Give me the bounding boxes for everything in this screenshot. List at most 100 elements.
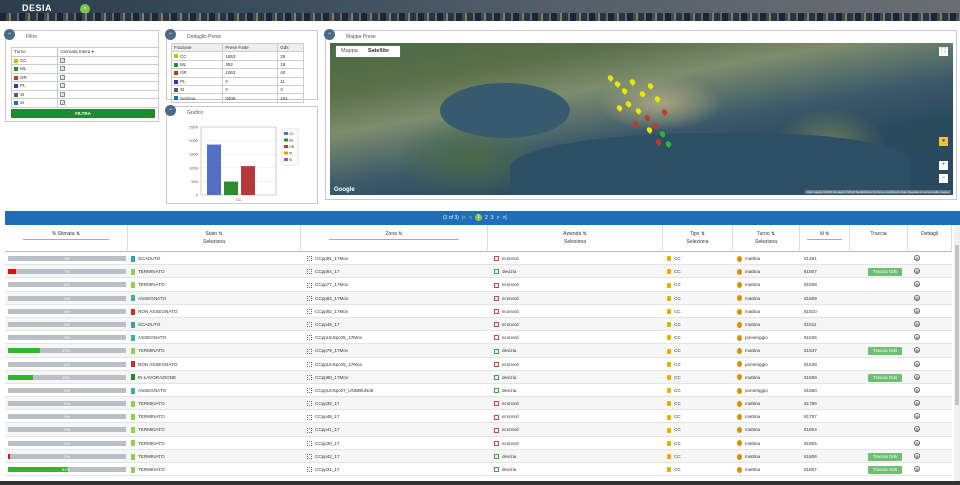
details-icon[interactable]: ⊕: [914, 426, 920, 433]
table-row[interactable]: 0% TERMINATO CCpp38_17 econord CC mattina 6175…: [5, 397, 952, 411]
table-row[interactable]: 0% SCADUTO CCpp81_17Mov econord CC mattina 614…: [5, 252, 952, 266]
details-icon[interactable]: ⊕: [914, 334, 920, 341]
traccia-gds-button[interactable]: Traccia Gds: [868, 373, 903, 382]
details-icon[interactable]: ⊕: [914, 360, 920, 367]
table-row[interactable]: 51% TERMINATO CCpp31_17 devizia CC mattina 618…: [5, 463, 952, 477]
table-row[interactable]: 0% ASSEGNATO CCppUnSpc07_UNDBluNott devizia…: [5, 384, 952, 398]
sort-icon[interactable]: ⇅: [771, 231, 775, 237]
sort-icon[interactable]: ⇅: [825, 231, 829, 237]
first-page-icon[interactable]: |<: [462, 215, 466, 221]
table-row[interactable]: 0% NON ASSEGNATO CCpp82_17Mov econord CC matt…: [5, 305, 952, 318]
table-row[interactable]: 0% TERMINATO CCpp41_17 econord CC mattina 6180…: [5, 423, 952, 437]
table-row[interactable]: 0% ASSEGNATO CCpp83_17Mov econord CC mattina 6…: [5, 291, 952, 305]
collapse-icon[interactable]: −: [324, 29, 335, 40]
filtra-button[interactable]: FILTRA: [11, 109, 155, 118]
zoom-out-icon[interactable]: −: [939, 174, 948, 183]
page-3[interactable]: 3: [491, 215, 494, 221]
details-icon[interactable]: ⊕: [914, 439, 920, 446]
next-page-icon[interactable]: >: [497, 215, 500, 221]
prev-page-icon[interactable]: <: [469, 215, 472, 221]
map-marker-icon[interactable]: [651, 122, 660, 130]
map-marker-icon[interactable]: [631, 120, 640, 128]
details-icon[interactable]: ⊕: [914, 373, 920, 380]
table-row[interactable]: 7% TERMINATO CCpp64_17 devizia CC mattina 6150…: [5, 265, 952, 279]
column-filter-select[interactable]: Seleziona: [733, 239, 799, 245]
page-1[interactable]: 1: [474, 214, 482, 221]
table-row[interactable]: 0% ASSEGNATO CCppUnSpc05_17Mov econord CC pom…: [5, 331, 952, 345]
column-header[interactable]: Dettagli: [908, 225, 952, 252]
fullscreen-icon[interactable]: ⛶: [939, 47, 948, 56]
turno-checkbox[interactable]: ✓: [60, 74, 66, 80]
collapse-icon[interactable]: −: [165, 29, 176, 40]
scrollbar[interactable]: [954, 225, 960, 485]
sort-icon[interactable]: ⇅: [218, 231, 222, 237]
traccia-gds-button[interactable]: Traccia Gds: [868, 268, 903, 277]
satellite-button[interactable]: Satellite: [362, 46, 394, 57]
details-icon[interactable]: ⊕: [914, 466, 920, 472]
map-marker-icon[interactable]: [620, 87, 629, 95]
sort-icon[interactable]: ⇅: [76, 231, 80, 237]
turno-checkbox[interactable]: ✓: [60, 83, 66, 89]
table-row[interactable]: 0% SCADUTO CCpp49_17 econord CC mattina 61511 ⊕: [5, 317, 952, 332]
details-icon[interactable]: ⊕: [914, 320, 920, 327]
traccia-gds-button[interactable]: Traccia Gds: [868, 452, 903, 461]
map-marker-icon[interactable]: [653, 95, 662, 103]
table-row[interactable]: 0% NON ASSEGNATO CCppUnSpc05_17Mov econord C…: [5, 358, 952, 371]
page-2[interactable]: 2: [485, 215, 488, 221]
collapse-icon[interactable]: −: [4, 29, 15, 40]
column-filter-input[interactable]: [328, 239, 460, 240]
details-icon[interactable]: ⊕: [914, 268, 920, 275]
table-row[interactable]: 0% TERMINATO CCpp48_17 econord CC mattina 6175…: [5, 410, 952, 424]
column-filter-select[interactable]: Seleziona: [488, 239, 662, 245]
map-marker-icon[interactable]: [646, 82, 655, 90]
details-icon[interactable]: ⊕: [914, 400, 920, 407]
details-icon[interactable]: ⊕: [914, 307, 920, 314]
giornata-select[interactable]: Giornata Intera ▾: [57, 47, 159, 57]
map-marker-icon[interactable]: [634, 107, 643, 115]
column-filter-select[interactable]: Seleziona: [663, 239, 732, 245]
map-marker-icon[interactable]: [645, 126, 654, 134]
map-marker-icon[interactable]: [613, 80, 622, 88]
turno-checkbox[interactable]: ✓: [60, 57, 66, 63]
details-icon[interactable]: ⊕: [914, 281, 920, 288]
table-row[interactable]: 27% TERMINATO CCpp79_17Mov devizia CC mattina…: [5, 344, 952, 358]
details-icon[interactable]: ⊕: [914, 347, 920, 354]
map-marker-icon[interactable]: [628, 78, 637, 86]
column-header[interactable]: % Stimata ⇅: [5, 225, 128, 252]
column-filter-input[interactable]: [23, 239, 109, 240]
traccia-gds-button[interactable]: Traccia Gds: [868, 466, 903, 474]
turno-checkbox[interactable]: ✓: [60, 91, 66, 97]
scrollbar-thumb[interactable]: [955, 245, 959, 405]
sort-icon[interactable]: ⇅: [701, 231, 705, 237]
map-marker-icon[interactable]: [606, 74, 615, 82]
details-icon[interactable]: ⊕: [914, 386, 920, 393]
table-row[interactable]: 21% IN LAVORAZIONE CCpp80_17Mov devizia CC ma…: [5, 370, 952, 384]
map-marker-icon[interactable]: [643, 114, 652, 122]
turno-checkbox[interactable]: ✓: [60, 100, 66, 106]
details-icon[interactable]: ⊕: [914, 255, 920, 261]
map-marker-icon[interactable]: [615, 104, 624, 112]
column-header[interactable]: Azienda ⇅ Seleziona: [488, 225, 663, 252]
satellite-map[interactable]: Mappa Satellite ⛶ ● + − Google Dati mappa…: [330, 43, 953, 195]
sort-icon[interactable]: ⇅: [398, 231, 402, 237]
column-header[interactable]: Stato ⇅ Seleziona: [128, 225, 301, 252]
traccia-gds-button[interactable]: Traccia Gds: [868, 347, 903, 356]
details-icon[interactable]: ⊕: [914, 413, 920, 420]
map-marker-icon[interactable]: [624, 100, 633, 108]
column-header[interactable]: Traccia: [850, 225, 908, 252]
pegman-icon[interactable]: ●: [939, 137, 948, 146]
sort-icon[interactable]: ⇅: [583, 231, 587, 237]
table-row[interactable]: 0% TERMINATO CCpp77_17Mov econord CC mattina 6…: [5, 278, 952, 292]
zoom-in-icon[interactable]: +: [939, 161, 948, 170]
column-filter-input[interactable]: [807, 239, 842, 240]
map-marker-icon[interactable]: [638, 90, 647, 98]
column-filter-select[interactable]: Seleziona: [128, 239, 300, 245]
turno-checkbox[interactable]: ✓: [60, 66, 66, 72]
column-header[interactable]: Tipo ⇅ Seleziona: [663, 225, 733, 252]
map-button[interactable]: Mappa: [336, 46, 363, 57]
column-header[interactable]: Id ⇅: [800, 225, 850, 252]
details-icon[interactable]: ⊕: [914, 452, 920, 459]
details-icon[interactable]: ⊕: [914, 294, 920, 301]
column-header[interactable]: Turno ⇅ Seleziona: [733, 225, 800, 252]
table-row[interactable]: 2% TERMINATO CCpp42_17 devizia CC mattina 6180…: [5, 449, 952, 463]
